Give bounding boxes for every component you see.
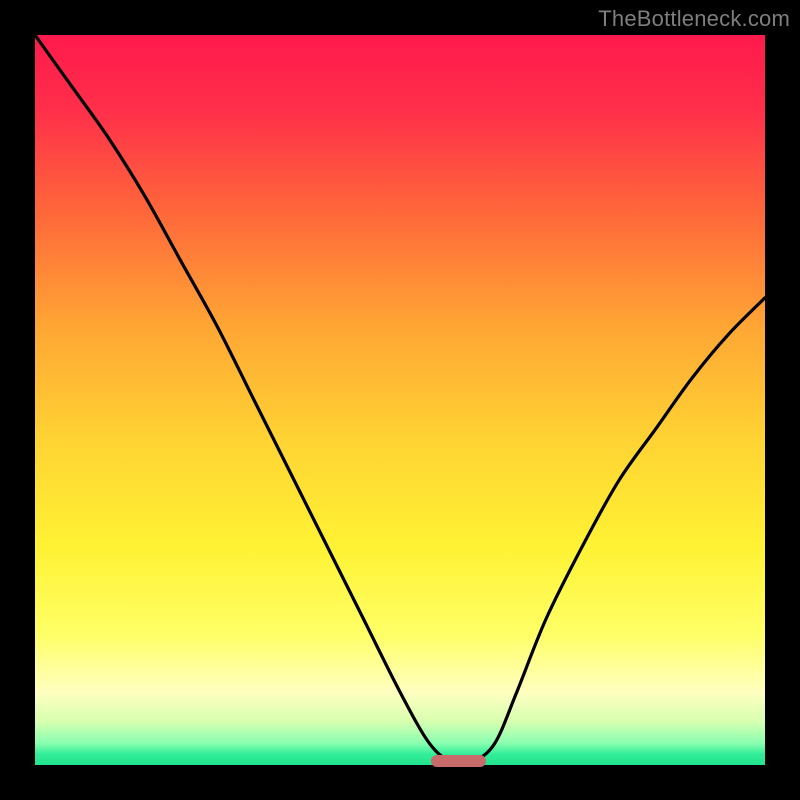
- heat-gradient-background: [35, 35, 765, 765]
- watermark-text: TheBottleneck.com: [598, 6, 790, 32]
- chart-stage: TheBottleneck.com: [0, 0, 800, 800]
- optimal-marker: [431, 755, 486, 767]
